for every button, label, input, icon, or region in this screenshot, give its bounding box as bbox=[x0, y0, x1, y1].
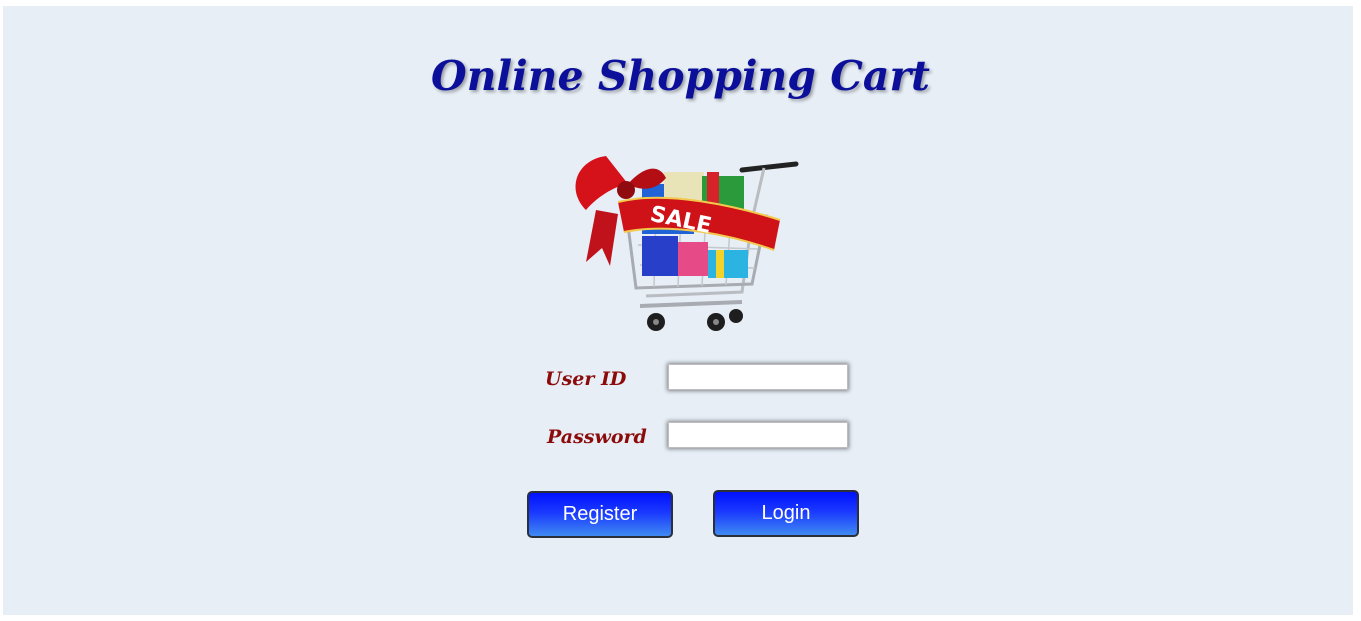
register-button[interactable]: Register bbox=[527, 491, 673, 538]
password-label: Password bbox=[547, 426, 647, 448]
shopping-cart-image: SALE bbox=[566, 150, 802, 338]
user-id-label: User ID bbox=[545, 368, 627, 390]
password-input[interactable] bbox=[668, 422, 848, 448]
page-title: Online Shopping Cart bbox=[430, 52, 930, 100]
shopping-cart-icon: SALE bbox=[575, 156, 799, 331]
user-id-input[interactable] bbox=[668, 364, 848, 390]
login-button[interactable]: Login bbox=[713, 490, 859, 537]
